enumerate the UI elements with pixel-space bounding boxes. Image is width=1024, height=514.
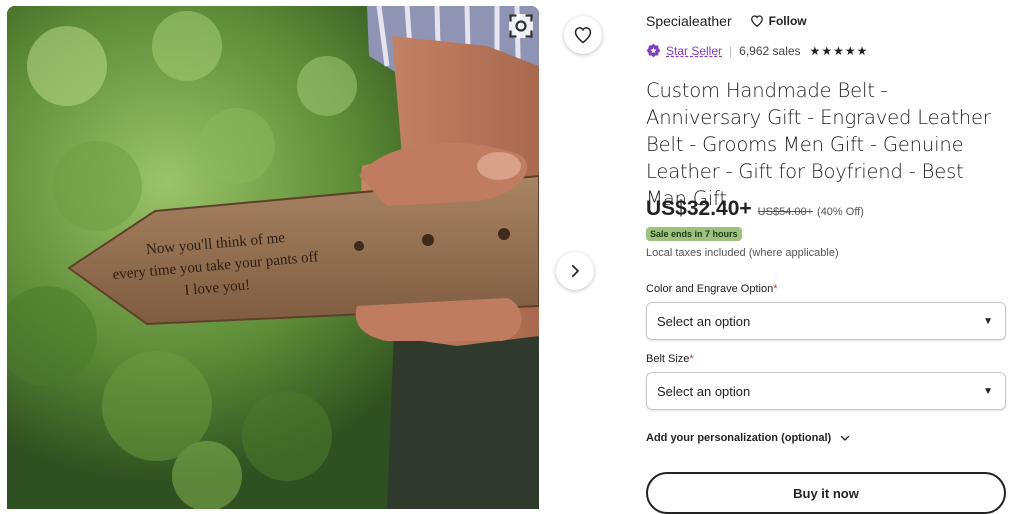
original-price: US$54.00+ <box>757 206 814 218</box>
price-row: US$32.40+ US$54.00+ (40% Off) <box>646 197 864 221</box>
discount-percent: (40% Off) <box>817 206 864 218</box>
favorite-button[interactable] <box>564 16 602 54</box>
color-option-label: Color and Engrave Option* <box>646 283 777 295</box>
visual-search-icon <box>509 14 533 38</box>
shop-row: Specialeather Follow <box>646 13 807 29</box>
star-icon: ★ <box>821 43 833 58</box>
star-icon: ★ <box>856 43 868 58</box>
color-option-select[interactable]: Select an option ▼ <box>646 302 1006 340</box>
required-mark: * <box>773 283 778 295</box>
personalization-label: Add your personalization (optional) <box>646 432 832 444</box>
star-icon: ★ <box>809 43 821 58</box>
sales-count: 6,962 sales <box>739 43 801 58</box>
seller-info-row: Star Seller | 6,962 sales ★ ★ ★ ★ ★ <box>646 43 868 58</box>
personalization-toggle[interactable]: Add your personalization (optional) <box>646 432 851 444</box>
belt-size-select[interactable]: Select an option ▼ <box>646 372 1006 410</box>
next-image-button[interactable] <box>556 252 594 290</box>
belt-size-label: Belt Size* <box>646 353 694 365</box>
listing-title: Custom Handmade Belt - Anniversary Gift … <box>646 79 991 210</box>
star-badge-icon <box>646 43 661 58</box>
rating-stars[interactable]: ★ ★ ★ ★ ★ <box>810 44 869 58</box>
follow-label: Follow <box>768 14 807 28</box>
belt-photo: Now you'll think of me every time you ta… <box>7 6 539 509</box>
buy-now-button[interactable]: Buy it now <box>646 472 1006 514</box>
current-price: US$32.40+ <box>646 197 752 220</box>
star-icon: ★ <box>844 43 856 58</box>
heart-outline-icon <box>750 15 763 28</box>
star-icon: ★ <box>833 43 844 58</box>
chevron-down-icon <box>841 435 850 441</box>
product-image[interactable]: Now you'll think of me every time you ta… <box>7 6 539 509</box>
taxes-note: Local taxes included (where applicable) <box>646 247 839 259</box>
belt-size-value: Select an option <box>657 383 751 399</box>
star-seller-link[interactable]: Star Seller <box>666 44 722 58</box>
dropdown-caret-icon: ▼ <box>983 385 993 397</box>
separator: | <box>729 43 733 58</box>
follow-button[interactable]: Follow <box>750 14 807 28</box>
heart-icon <box>574 27 592 44</box>
visual-search-button[interactable] <box>509 14 533 38</box>
shop-name-link[interactable]: Specialeather <box>646 13 732 29</box>
color-option-label-text: Color and Engrave Option <box>646 283 774 295</box>
sale-badge: Sale ends in 7 hours <box>646 227 742 241</box>
dropdown-caret-icon: ▼ <box>983 315 993 327</box>
required-mark: * <box>689 353 694 365</box>
color-option-value: Select an option <box>657 313 751 329</box>
chevron-right-icon <box>571 264 579 278</box>
belt-size-label-text: Belt Size <box>646 353 690 365</box>
